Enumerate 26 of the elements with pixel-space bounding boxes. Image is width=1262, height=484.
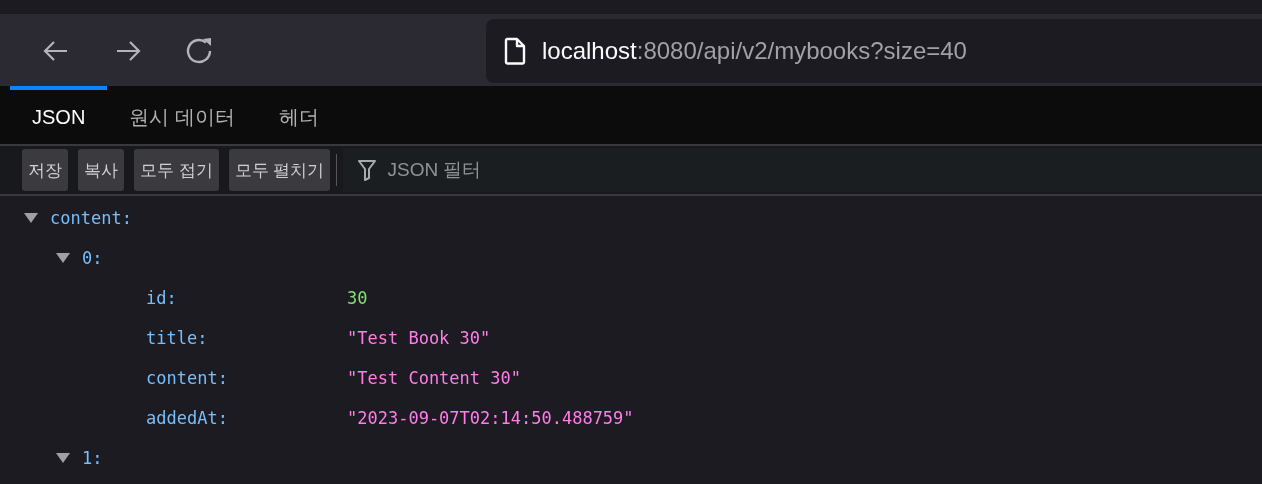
json-value: "Test Book 30" [347, 328, 491, 348]
expand-toggle-icon[interactable] [22, 212, 40, 224]
viewer-tab[interactable]: 헤더 [256, 86, 341, 144]
toolbar-button[interactable]: 복사 [78, 149, 124, 191]
json-key: content: [50, 208, 132, 228]
json-value: "2023-09-07T02:14:50.488759" [347, 408, 634, 428]
url-path: :8080/api/v2/mybooks?size=40 [636, 36, 967, 64]
viewer-tab[interactable]: 원시 데이터 [107, 86, 257, 144]
page-icon [504, 36, 526, 65]
json-value: 30 [347, 288, 368, 308]
json-key: id: [146, 288, 347, 308]
filter-field[interactable]: JSON 필터 [343, 148, 1262, 192]
expand-toggle-icon[interactable] [54, 452, 72, 464]
filter-icon [357, 159, 378, 181]
json-key: title: [146, 328, 347, 348]
expand-toggle-icon[interactable] [54, 252, 72, 264]
url-host: localhost [542, 36, 637, 64]
json-key: 1: [82, 448, 103, 468]
json-key: content: [146, 368, 347, 388]
json-key: addedAt: [146, 408, 347, 428]
address-bar[interactable]: localhost:8080/api/v2/mybooks?size=40 [486, 18, 1262, 83]
toolbar-button[interactable]: 모두 접기 [134, 149, 219, 191]
toolbar-button[interactable]: 모두 펼치기 [228, 149, 331, 191]
json-key: 0: [82, 248, 103, 268]
json-value: "Test Content 30" [347, 368, 521, 388]
toolbar-button[interactable]: 저장 [22, 149, 68, 191]
